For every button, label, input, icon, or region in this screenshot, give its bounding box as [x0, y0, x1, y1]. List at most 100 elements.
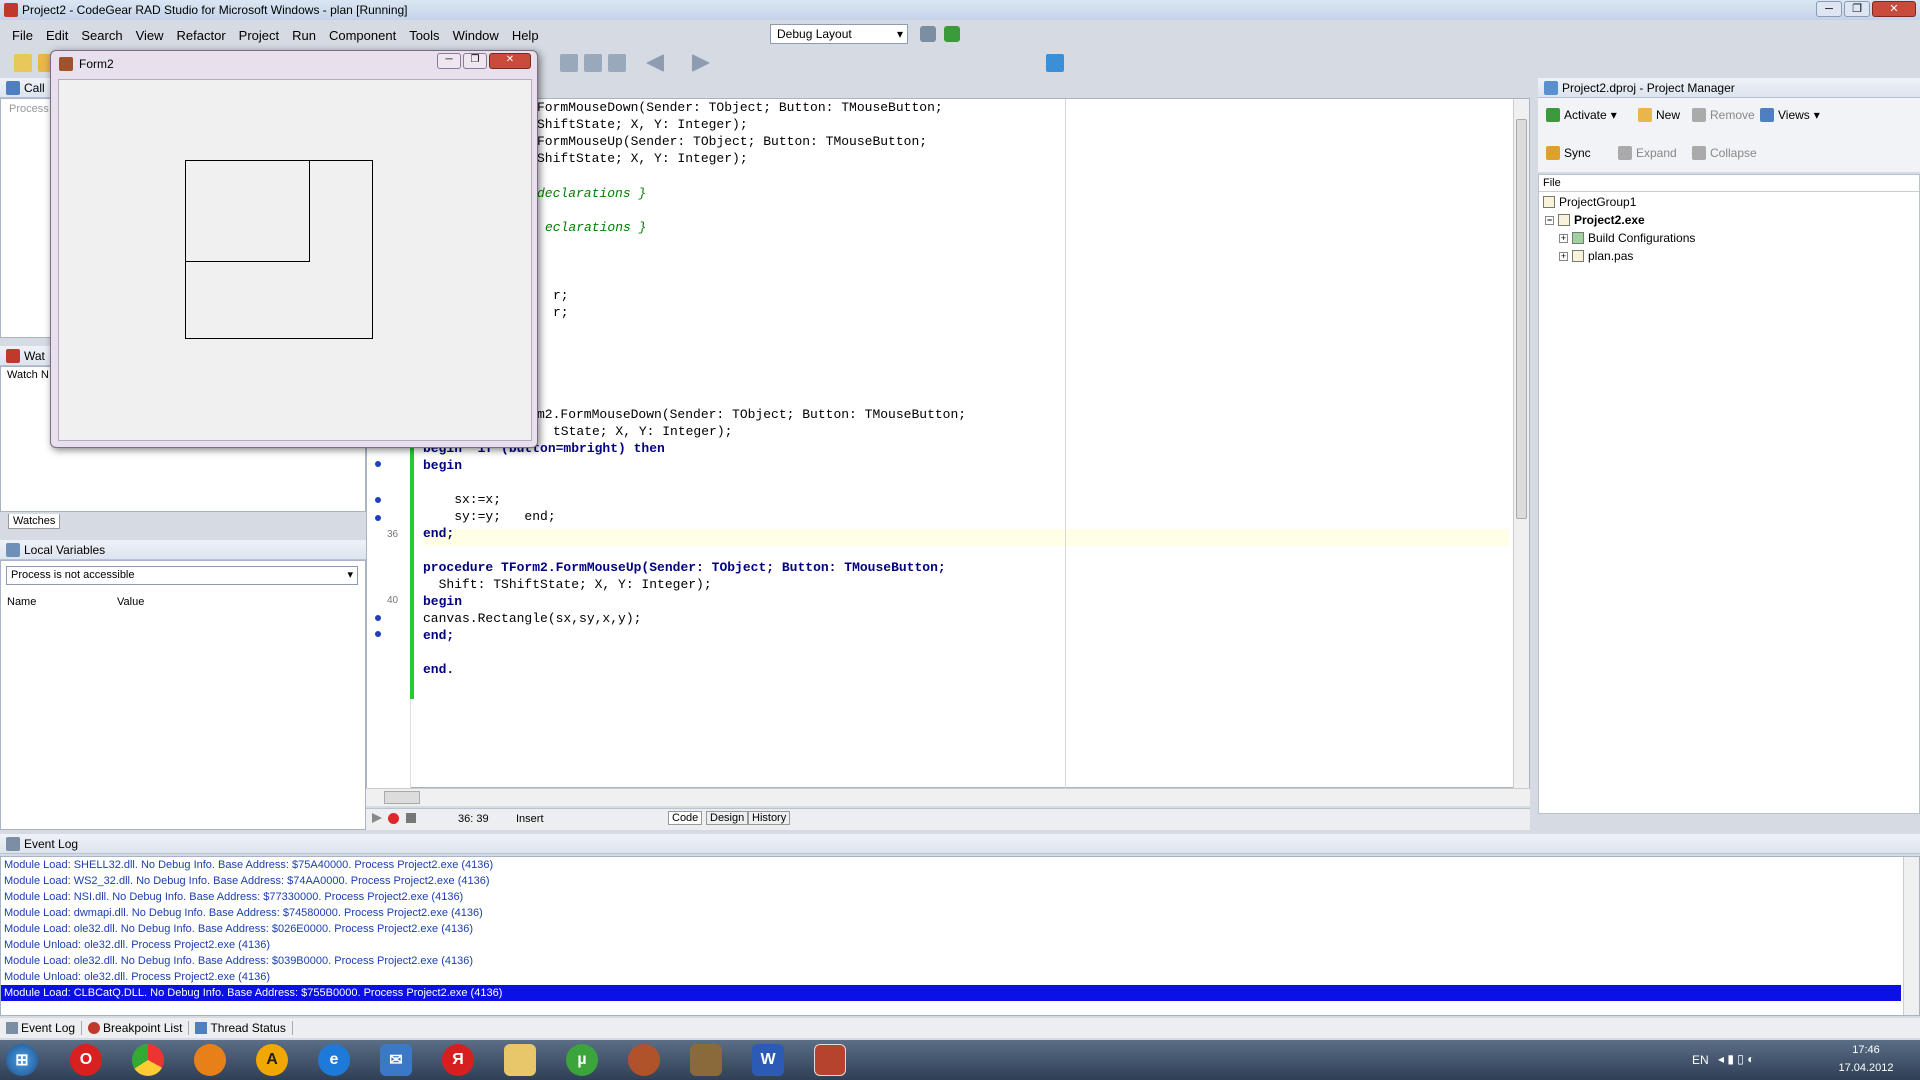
start-button-icon[interactable]: ⊞	[6, 1044, 38, 1076]
expand-toggle-icon[interactable]: +	[1559, 251, 1568, 261]
form-close-button[interactable]: ✕	[489, 53, 531, 69]
form2-canvas[interactable]	[58, 79, 532, 441]
aimp-icon[interactable]: A	[256, 1044, 288, 1076]
log-line[interactable]: Module Unload: ole32.dll. Process Projec…	[4, 937, 270, 953]
clock-date[interactable]: 17.04.2012	[1830, 1062, 1902, 1074]
log-scrollbar[interactable]	[1903, 857, 1919, 1015]
chrome-icon[interactable]	[132, 1044, 164, 1076]
firefox-icon[interactable]	[194, 1044, 226, 1076]
rad-studio-icon[interactable]	[814, 1044, 846, 1076]
tree-project-group[interactable]: ProjectGroup1	[1543, 195, 1636, 209]
log-line[interactable]: Module Load: NSI.dll. No Debug Info. Bas…	[4, 889, 463, 905]
menu-refactor[interactable]: Refactor	[177, 28, 226, 43]
language-indicator[interactable]: EN	[1692, 1053, 1709, 1067]
project-tree[interactable]: File ProjectGroup1 − Project2.exe + Build …	[1538, 174, 1920, 814]
log-line[interactable]: Module Load: SHELL32.dll. No Debug Info.…	[4, 857, 493, 873]
set-layout-icon[interactable]	[944, 26, 960, 42]
code-editor[interactable]: 36 40 FormMouseDown(Sender: TObject; But…	[366, 98, 1530, 789]
form-minimize-button[interactable]: ─	[437, 53, 461, 69]
views-button[interactable]: Views ▾	[1760, 108, 1820, 122]
vertical-scrollbar[interactable]	[1513, 99, 1529, 789]
menu-edit[interactable]: Edit	[46, 28, 68, 43]
word-icon[interactable]: W	[752, 1044, 784, 1076]
tray-icons[interactable]: ◂ ▮ ▯ ◐	[1718, 1052, 1778, 1068]
menu-view[interactable]: View	[136, 28, 164, 43]
run-icon[interactable]	[372, 813, 382, 823]
sync-button[interactable]: Sync	[1546, 146, 1591, 160]
menu-window[interactable]: Window	[453, 28, 499, 43]
breakpoint-dot[interactable]	[375, 461, 381, 467]
log-line[interactable]: Module Unload: ole32.dll. Process Projec…	[4, 969, 270, 985]
tab-code[interactable]: Code	[668, 811, 703, 825]
explorer-folder-icon[interactable]	[504, 1044, 536, 1076]
local-variables-combo[interactable]: Process is not accessible	[6, 566, 358, 585]
internet-explorer-icon[interactable]: e	[318, 1044, 350, 1076]
close-button[interactable]: ✕	[1872, 1, 1916, 17]
back-icon[interactable]	[646, 54, 664, 72]
tab-design[interactable]: Design	[706, 811, 749, 825]
maximize-button[interactable]: ❐	[1844, 1, 1870, 17]
yandex-icon[interactable]: Я	[442, 1044, 474, 1076]
new-button[interactable]: New	[1638, 108, 1680, 122]
game-helmet-icon[interactable]	[628, 1044, 660, 1076]
menu-search[interactable]: Search	[81, 28, 122, 43]
utorrent-icon[interactable]: µ	[566, 1044, 598, 1076]
save-layout-icon[interactable]	[920, 26, 936, 42]
name-column[interactable]: Name	[7, 596, 36, 608]
breakpoint-dot[interactable]	[375, 497, 381, 503]
layout-combo[interactable]: Debug Layout	[770, 24, 908, 44]
horizontal-scrollbar[interactable]	[366, 788, 1530, 806]
run-to-cursor-icon[interactable]	[608, 54, 626, 72]
menu-tools[interactable]: Tools	[409, 28, 439, 43]
collapse-toggle-icon[interactable]: −	[1545, 215, 1554, 225]
log-line[interactable]: Module Load: ole32.dll. No Debug Info. B…	[4, 921, 473, 937]
tree-plan-pas[interactable]: + plan.pas	[1559, 249, 1633, 263]
minimize-button[interactable]: ─	[1816, 1, 1842, 17]
menu-run[interactable]: Run	[292, 28, 316, 43]
expand-toggle-icon[interactable]: +	[1559, 233, 1568, 243]
menu-file[interactable]: File	[12, 28, 33, 43]
log-line[interactable]: Module Load: ole32.dll. No Debug Info. B…	[4, 953, 473, 969]
breakpoint-dot[interactable]	[375, 615, 381, 621]
code-text[interactable]: FormMouseDown(Sender: TObject; Button: T…	[423, 99, 1509, 789]
expand-button[interactable]: Expand	[1618, 146, 1677, 160]
tab-history[interactable]: History	[748, 811, 791, 825]
menu-project[interactable]: Project	[239, 28, 279, 43]
event-log-panel[interactable]: Module Load: SHELL32.dll. No Debug Info.…	[0, 856, 1920, 1016]
new-items-icon[interactable]	[14, 54, 32, 72]
collapse-button[interactable]: Collapse	[1692, 146, 1757, 160]
log-line[interactable]: Module Load: dwmapi.dll. No Debug Info. …	[4, 905, 483, 921]
remove-button[interactable]: Remove	[1692, 108, 1755, 122]
log-line-selected[interactable]: Module Load: CLBCatQ.DLL. No Debug Info.…	[1, 985, 1901, 1001]
hscroll-thumb[interactable]	[384, 791, 420, 804]
form-maximize-button[interactable]: ❐	[463, 53, 487, 69]
value-column[interactable]: Value	[117, 596, 144, 608]
form2-window[interactable]: Form2 ─ ❐ ✕	[50, 50, 538, 448]
tab-breakpoint-list[interactable]: Breakpoint List	[82, 1021, 190, 1035]
game-character-icon[interactable]	[690, 1044, 722, 1076]
tab-thread-status[interactable]: Thread Status	[189, 1021, 293, 1035]
menu-component[interactable]: Component	[329, 28, 396, 43]
tree-build-configurations[interactable]: + Build Configurations	[1559, 231, 1695, 245]
activate-button[interactable]: Activate ▾	[1546, 108, 1617, 122]
scroll-thumb[interactable]	[1516, 119, 1527, 519]
stop-icon[interactable]	[406, 813, 416, 823]
forward-icon[interactable]	[692, 54, 710, 72]
mail-icon[interactable]: ✉	[380, 1044, 412, 1076]
breakpoint-dot[interactable]	[375, 515, 381, 521]
tree-project-exe[interactable]: − Project2.exe	[1545, 213, 1645, 227]
watch-name-column[interactable]: Watch N	[7, 369, 49, 381]
breakpoint-dot[interactable]	[375, 631, 381, 637]
tab-event-log[interactable]: Event Log	[0, 1021, 83, 1035]
help-book-icon[interactable]	[1046, 54, 1064, 72]
step-over-icon[interactable]	[560, 54, 578, 72]
file-column[interactable]: File	[1543, 177, 1561, 189]
trace-into-icon[interactable]	[584, 54, 602, 72]
menu-help[interactable]: Help	[512, 28, 539, 43]
log-line[interactable]: Module Load: WS2_32.dll. No Debug Info. …	[4, 873, 490, 889]
code-line: r;	[553, 288, 569, 303]
record-icon[interactable]	[388, 813, 399, 824]
opera-icon[interactable]: O	[70, 1044, 102, 1076]
clock-time[interactable]: 17:46	[1836, 1044, 1896, 1056]
watches-tab[interactable]: Watches	[8, 514, 61, 529]
